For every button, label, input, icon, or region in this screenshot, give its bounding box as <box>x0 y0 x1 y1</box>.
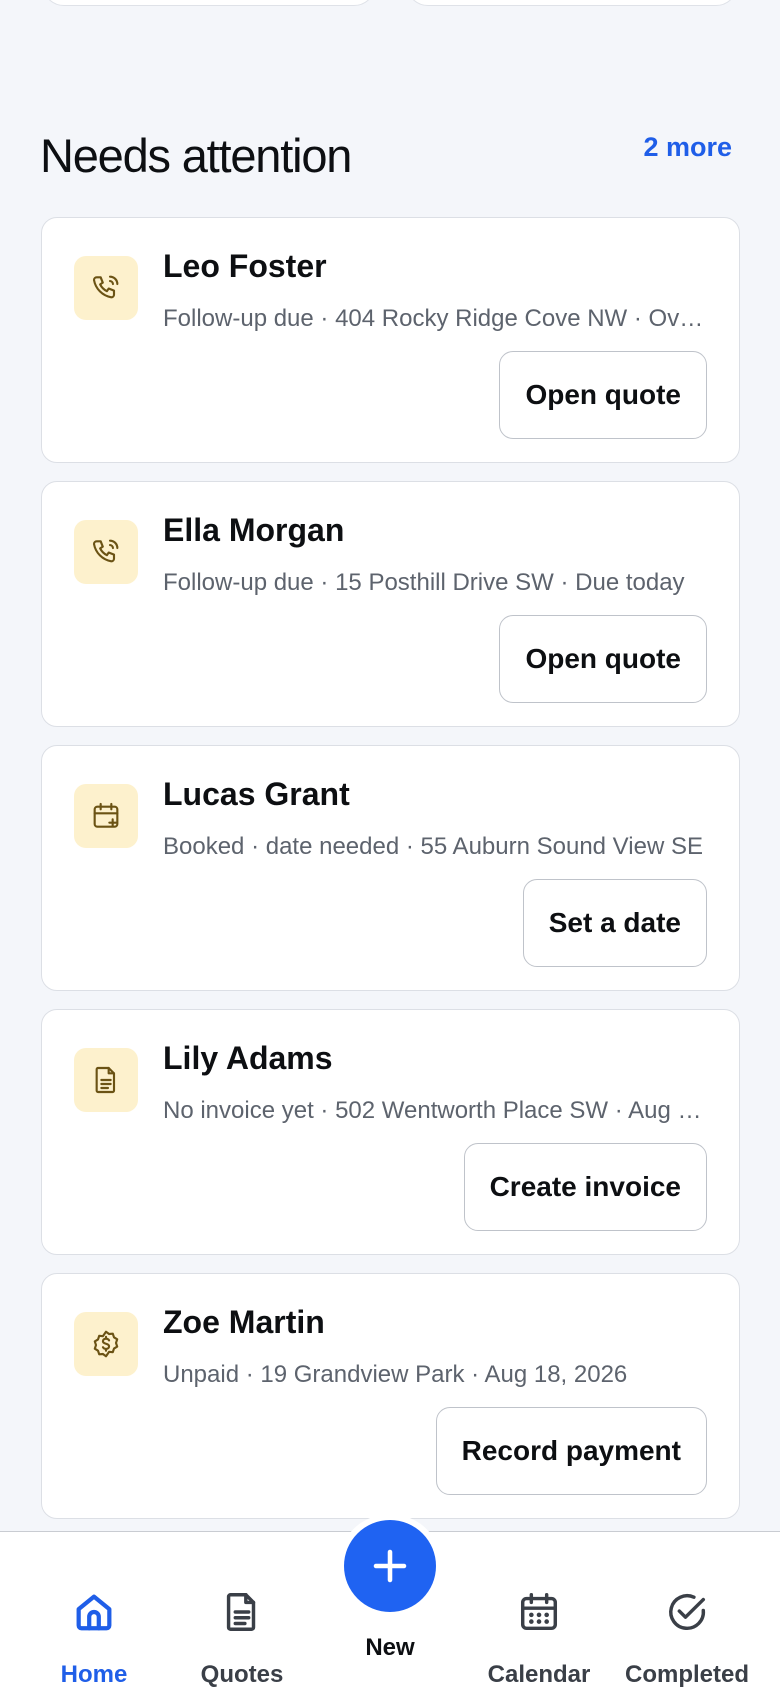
new-action[interactable]: New <box>340 1512 440 1662</box>
card-detail: Booked · date needed · 55 Auburn Sound V… <box>163 833 703 860</box>
needs-attention-header: Needs attention 2 more <box>40 124 740 184</box>
calendar-plus-icon <box>74 784 138 848</box>
attention-list: Leo Foster Follow-up due · 404 Rocky Rid… <box>41 217 740 1537</box>
attention-card[interactable]: Lily Adams No invoice yet · 502 Wentwort… <box>41 1009 740 1255</box>
record-payment-button[interactable]: Record payment <box>435 1407 707 1495</box>
set-date-button[interactable]: Set a date <box>522 879 707 967</box>
stat-card-partial-right[interactable] <box>406 0 738 6</box>
nav-calendar-label: Calendar <box>487 1661 591 1688</box>
dollar-badge-icon <box>74 1312 138 1376</box>
new-button[interactable] <box>344 1520 436 1612</box>
nav-home[interactable]: Home <box>44 1532 144 1688</box>
attention-card[interactable]: Lucas Grant Booked · date needed · 55 Au… <box>41 745 740 991</box>
card-customer-name: Ella Morgan <box>163 512 345 548</box>
card-detail: Follow-up due · 15 Posthill Drive SW · D… <box>163 569 685 596</box>
plus-icon <box>373 1549 407 1583</box>
attention-card[interactable]: Ella Morgan Follow-up due · 15 Posthill … <box>41 481 740 727</box>
nav-home-label: Home <box>60 1661 128 1688</box>
card-customer-name: Zoe Martin <box>163 1304 325 1340</box>
card-customer-name: Lily Adams <box>163 1040 333 1076</box>
phone-icon <box>74 520 138 584</box>
card-detail: Unpaid · 19 Grandview Park · Aug 18, 202… <box>163 1361 628 1388</box>
card-customer-name: Lucas Grant <box>163 776 350 812</box>
more-link[interactable]: 2 more <box>643 132 732 163</box>
attention-card[interactable]: Leo Foster Follow-up due · 404 Rocky Rid… <box>41 217 740 463</box>
nav-calendar[interactable]: Calendar <box>487 1532 591 1688</box>
open-quote-button[interactable]: Open quote <box>499 615 707 703</box>
create-invoice-button[interactable]: Create invoice <box>463 1143 707 1231</box>
card-customer-name: Leo Foster <box>163 248 327 284</box>
check-circle-icon <box>669 1594 706 1631</box>
calendar-icon <box>520 1593 558 1631</box>
nav-completed[interactable]: Completed <box>622 1532 752 1688</box>
attention-card[interactable]: Zoe Martin Unpaid · 19 Grandview Park · … <box>41 1273 740 1519</box>
previous-cards-row <box>0 0 780 8</box>
document-icon <box>74 1048 138 1112</box>
open-quote-button[interactable]: Open quote <box>499 351 707 439</box>
home-icon <box>76 1594 112 1631</box>
nav-completed-label: Completed <box>624 1661 750 1688</box>
quote-document-icon <box>226 1593 256 1631</box>
nav-quotes-label: Quotes <box>200 1661 284 1688</box>
stat-card-partial-left[interactable] <box>42 0 376 6</box>
card-detail: Follow-up due · 404 Rocky Ridge Cove NW … <box>163 305 704 332</box>
phone-icon <box>74 256 138 320</box>
nav-quotes[interactable]: Quotes <box>192 1532 292 1688</box>
section-title: Needs attention <box>40 129 352 182</box>
home-screen: Needs attention 2 more Leo Foster Follow… <box>0 0 780 1688</box>
card-detail: No invoice yet · 502 Wentworth Place SW … <box>163 1097 702 1124</box>
new-label: New <box>365 1634 415 1661</box>
